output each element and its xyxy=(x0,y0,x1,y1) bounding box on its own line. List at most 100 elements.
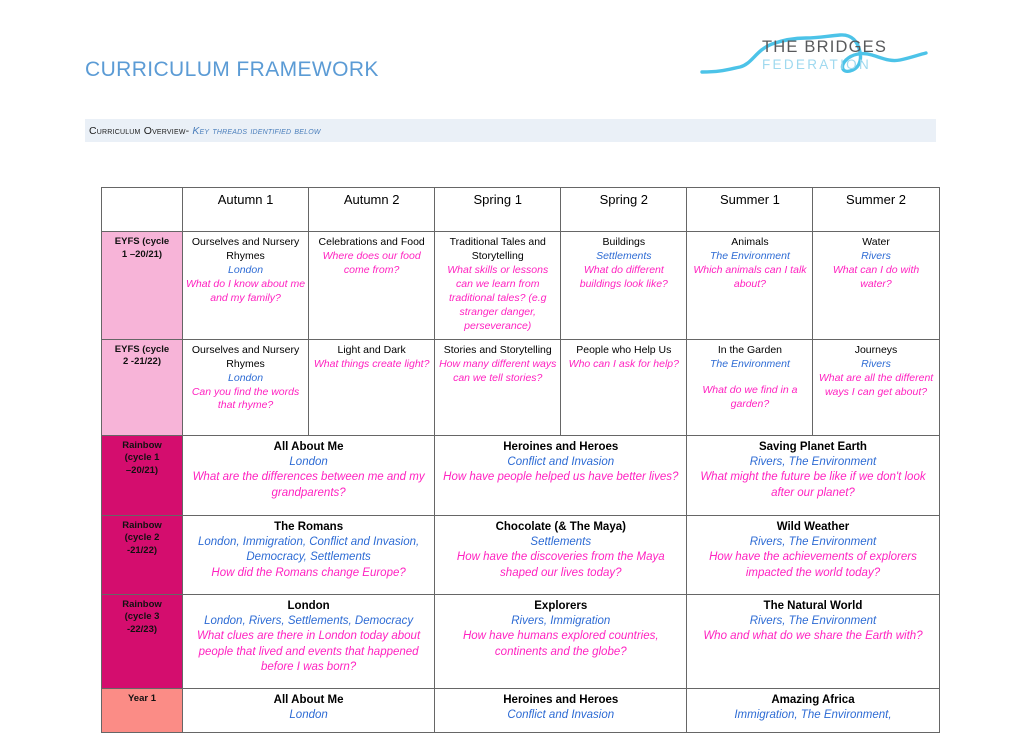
key-thread: London xyxy=(228,371,264,384)
topic-title: People who Help Us xyxy=(576,343,672,356)
topic-title: Explorers xyxy=(534,599,588,612)
row-label-eyfs-cycle-1: EYFS (cycle 1 –20/21) xyxy=(101,231,183,340)
key-thread: Rivers, Immigration xyxy=(511,615,611,628)
row-label-line: EYFS (cycle xyxy=(114,236,170,247)
row-label-line: Year 1 xyxy=(128,692,156,704)
row-label-line: (cycle 2 xyxy=(124,532,160,544)
topic-cell: The Natural World Rivers, The Environment… xyxy=(686,593,940,689)
cell-spacer xyxy=(690,372,809,384)
overview-subtitle: Key threads identified below xyxy=(192,124,321,137)
topic-cell: All About Me London What are the differenc… xyxy=(181,434,436,516)
row-label-line: –20/21) xyxy=(125,465,159,477)
topic-title: Stories and Storytelling xyxy=(443,343,552,356)
table-row: EYFS (cycle 2 -21/22) Ourselves and Nurser… xyxy=(101,338,940,436)
table-row: Rainbow (cycle 1 –20/21) All About Me London… xyxy=(101,434,940,516)
the-bridges-federation-logo: THE BRIDGES FEDERATION xyxy=(700,22,930,84)
driving-question: How have humans explored countries, cont… xyxy=(462,630,659,658)
topic-cell: Traditional Tales and Storytelling What s… xyxy=(434,231,562,340)
topic-title: Journeys xyxy=(854,343,898,356)
driving-question: Which animals can I talk about? xyxy=(693,263,807,290)
header-corner-blank xyxy=(101,187,183,232)
topic-title: Amazing Africa xyxy=(771,693,855,706)
driving-question: What can I do with water? xyxy=(832,263,920,290)
driving-question: Who and what do we share the Earth with? xyxy=(703,630,923,643)
key-thread: Rivers xyxy=(861,357,891,370)
key-thread: London xyxy=(228,263,264,276)
row-label-eyfs-cycle-2: EYFS (cycle 2 -21/22) xyxy=(101,338,183,436)
topic-title: Ourselves and Nursery Rhymes xyxy=(191,343,300,370)
driving-question: How have the discoveries from the Maya s… xyxy=(456,551,665,579)
topic-cell: Saving Planet Earth Rivers, The Environme… xyxy=(686,434,940,516)
topic-cell: Stories and Storytelling How many differe… xyxy=(434,338,562,436)
key-thread: Rivers, The Environment xyxy=(749,456,877,469)
column-header-spring-1: Spring 1 xyxy=(434,187,562,232)
column-header-summer-1: Summer 1 xyxy=(686,187,814,232)
table-row: Rainbow (cycle 2 -21/22) The Romans London, … xyxy=(101,514,940,595)
overview-label: Curriculum Overview- xyxy=(89,124,190,137)
row-label-line: 2 -21/22) xyxy=(122,356,162,368)
topic-title: Saving Planet Earth xyxy=(758,440,867,453)
topic-title: London xyxy=(287,599,330,612)
driving-question: How many different ways can we tell stor… xyxy=(439,357,557,384)
topic-cell: Celebrations and Food Where does our food… xyxy=(308,231,436,340)
key-thread: London xyxy=(289,709,328,722)
topic-title: Heroines and Heroes xyxy=(503,693,619,706)
driving-question: Can you find the words that rhyme? xyxy=(191,385,300,412)
topic-title: Wild Weather xyxy=(776,520,850,533)
key-thread: Settlements xyxy=(530,536,592,549)
driving-question: How did the Romans change Europe? xyxy=(211,566,406,579)
key-thread: The Environment xyxy=(709,249,790,262)
row-label-line: Rainbow xyxy=(122,439,162,451)
topic-title: Animals xyxy=(731,236,769,248)
topic-cell: Wild Weather Rivers, The Environment How h… xyxy=(686,514,940,595)
topic-title: Traditional Tales and Storytelling xyxy=(449,236,546,262)
topic-cell: Journeys Rivers What are all the different… xyxy=(812,338,940,436)
driving-question: How have people helped us have better li… xyxy=(443,471,679,484)
row-label-line: -22/23) xyxy=(126,624,158,636)
driving-question: What clues are there in London today abo… xyxy=(197,630,421,674)
topic-cell: The Romans London, Immigration, Conflict … xyxy=(181,514,436,595)
row-label-line: Rainbow xyxy=(122,519,162,531)
topic-title: Buildings xyxy=(602,236,646,248)
topic-cell: All About Me London xyxy=(181,687,436,733)
topic-title: Light and Dark xyxy=(337,343,406,356)
topic-title: The Romans xyxy=(274,520,344,533)
driving-question: What are all the different ways I can ge… xyxy=(818,371,934,398)
topic-cell: Light and Dark What things create light? xyxy=(308,338,436,436)
column-header-autumn-1: Autumn 1 xyxy=(181,187,310,232)
driving-question: What things create light? xyxy=(313,357,430,370)
column-header-summer-2: Summer 2 xyxy=(812,187,940,232)
key-thread: The Environment xyxy=(709,357,790,370)
topic-cell: Water Rivers What can I do with water? xyxy=(812,231,940,340)
column-header-autumn-2: Autumn 2 xyxy=(308,187,436,232)
page-title: CURRICULUM FRAMEWORK xyxy=(85,58,379,81)
driving-question: What do I know about me and my family? xyxy=(186,277,306,304)
driving-question: What are the differences between me and … xyxy=(192,471,425,499)
table-row: EYFS (cycle 1 –20/21) Ourselves and Nurser… xyxy=(101,231,940,340)
topic-title: Water xyxy=(862,236,890,248)
topic-title: The Natural World xyxy=(763,599,863,612)
logo-line-primary: THE BRIDGES xyxy=(762,38,888,56)
topic-title: All About Me xyxy=(273,440,344,453)
key-thread: London, Immigration, Conflict and Invasi… xyxy=(198,536,420,564)
row-label-line: -21/22) xyxy=(126,545,158,557)
topic-cell: Animals The Environment Which animals can … xyxy=(686,231,814,340)
topic-cell: Explorers Rivers, Immigration How have hum… xyxy=(434,593,688,689)
curriculum-overview-banner: Curriculum Overview- Key threads identif… xyxy=(85,119,936,142)
driving-question: What do different buildings look like? xyxy=(579,263,668,290)
key-thread: Conflict and Invasion xyxy=(507,456,615,469)
row-label-rainbow-cycle-2: Rainbow (cycle 2 -21/22) xyxy=(101,514,183,595)
topic-title: Heroines and Heroes xyxy=(503,440,619,453)
table-row: Year 1 All About Me London Heroines and Her… xyxy=(101,687,940,733)
row-label-line: 1 –20/21) xyxy=(121,248,163,260)
topic-cell: London London, Rivers, Settlements, Democ… xyxy=(181,593,436,689)
topic-cell: In the Garden The Environment What do we f… xyxy=(686,338,814,436)
topic-cell: Ourselves and Nursery Rhymes London Can yo… xyxy=(181,338,310,436)
topic-cell: People who Help Us Who can I ask for help… xyxy=(560,338,688,436)
key-thread: Rivers xyxy=(861,249,891,262)
topic-title: In the Garden xyxy=(717,343,783,356)
row-label-rainbow-cycle-1: Rainbow (cycle 1 –20/21) xyxy=(101,434,183,516)
topic-title: Celebrations and Food xyxy=(318,236,425,248)
driving-question: Who can I ask for help? xyxy=(568,357,679,370)
key-thread: Immigration, The Environment, xyxy=(734,709,892,722)
